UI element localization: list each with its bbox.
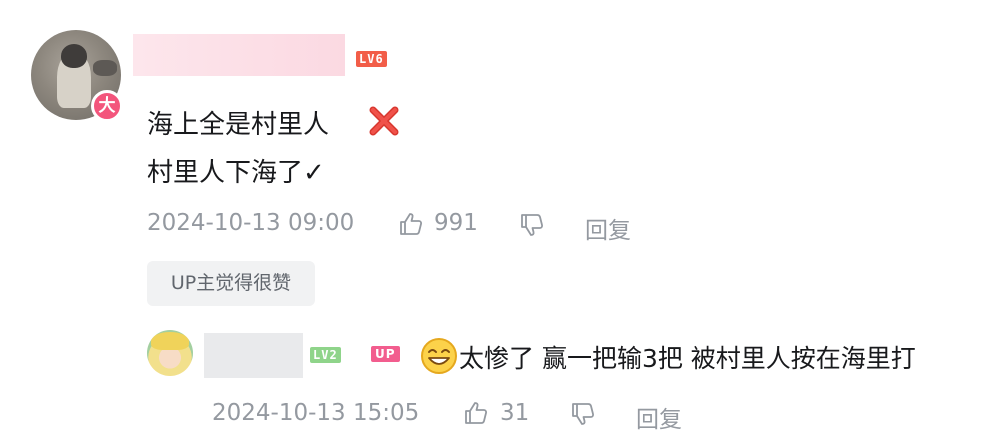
like-count: 991	[434, 210, 478, 236]
username-blurred[interactable]	[133, 34, 345, 76]
up-badge: UP	[371, 346, 400, 362]
reply-username-blurred[interactable]	[204, 333, 303, 378]
avatar-image-part	[93, 60, 117, 76]
reply-button[interactable]: 回复	[585, 211, 631, 245]
comment-text-line-2: 村里人下海了✓	[147, 158, 325, 188]
reply-button[interactable]: 回复	[636, 400, 682, 434]
dislike-icon[interactable]	[570, 401, 596, 427]
up-liked-tag: UP主觉得很赞	[147, 261, 315, 306]
reply-text: 太惨了 赢一把输3把 被村里人按在海里打	[459, 344, 916, 373]
reply-timestamp: 2024-10-13 15:05	[212, 400, 420, 426]
like-icon[interactable]	[463, 400, 489, 426]
avatar-image-part	[151, 332, 189, 350]
level-badge: LV6	[356, 51, 387, 67]
comment-text-line-1: 海上全是村里人	[147, 110, 330, 140]
cross-icon	[369, 106, 399, 136]
reply-level-badge: LV2	[310, 347, 341, 363]
reply-user-avatar[interactable]	[147, 330, 193, 376]
dislike-icon[interactable]	[519, 212, 545, 238]
avatar-image-part	[61, 44, 87, 68]
grin-emoji-icon	[421, 338, 457, 374]
comment-timestamp: 2024-10-13 09:00	[147, 210, 355, 236]
avatar-badge: 大	[91, 90, 123, 122]
reply-like-count: 31	[500, 400, 530, 426]
like-icon[interactable]	[398, 211, 424, 237]
